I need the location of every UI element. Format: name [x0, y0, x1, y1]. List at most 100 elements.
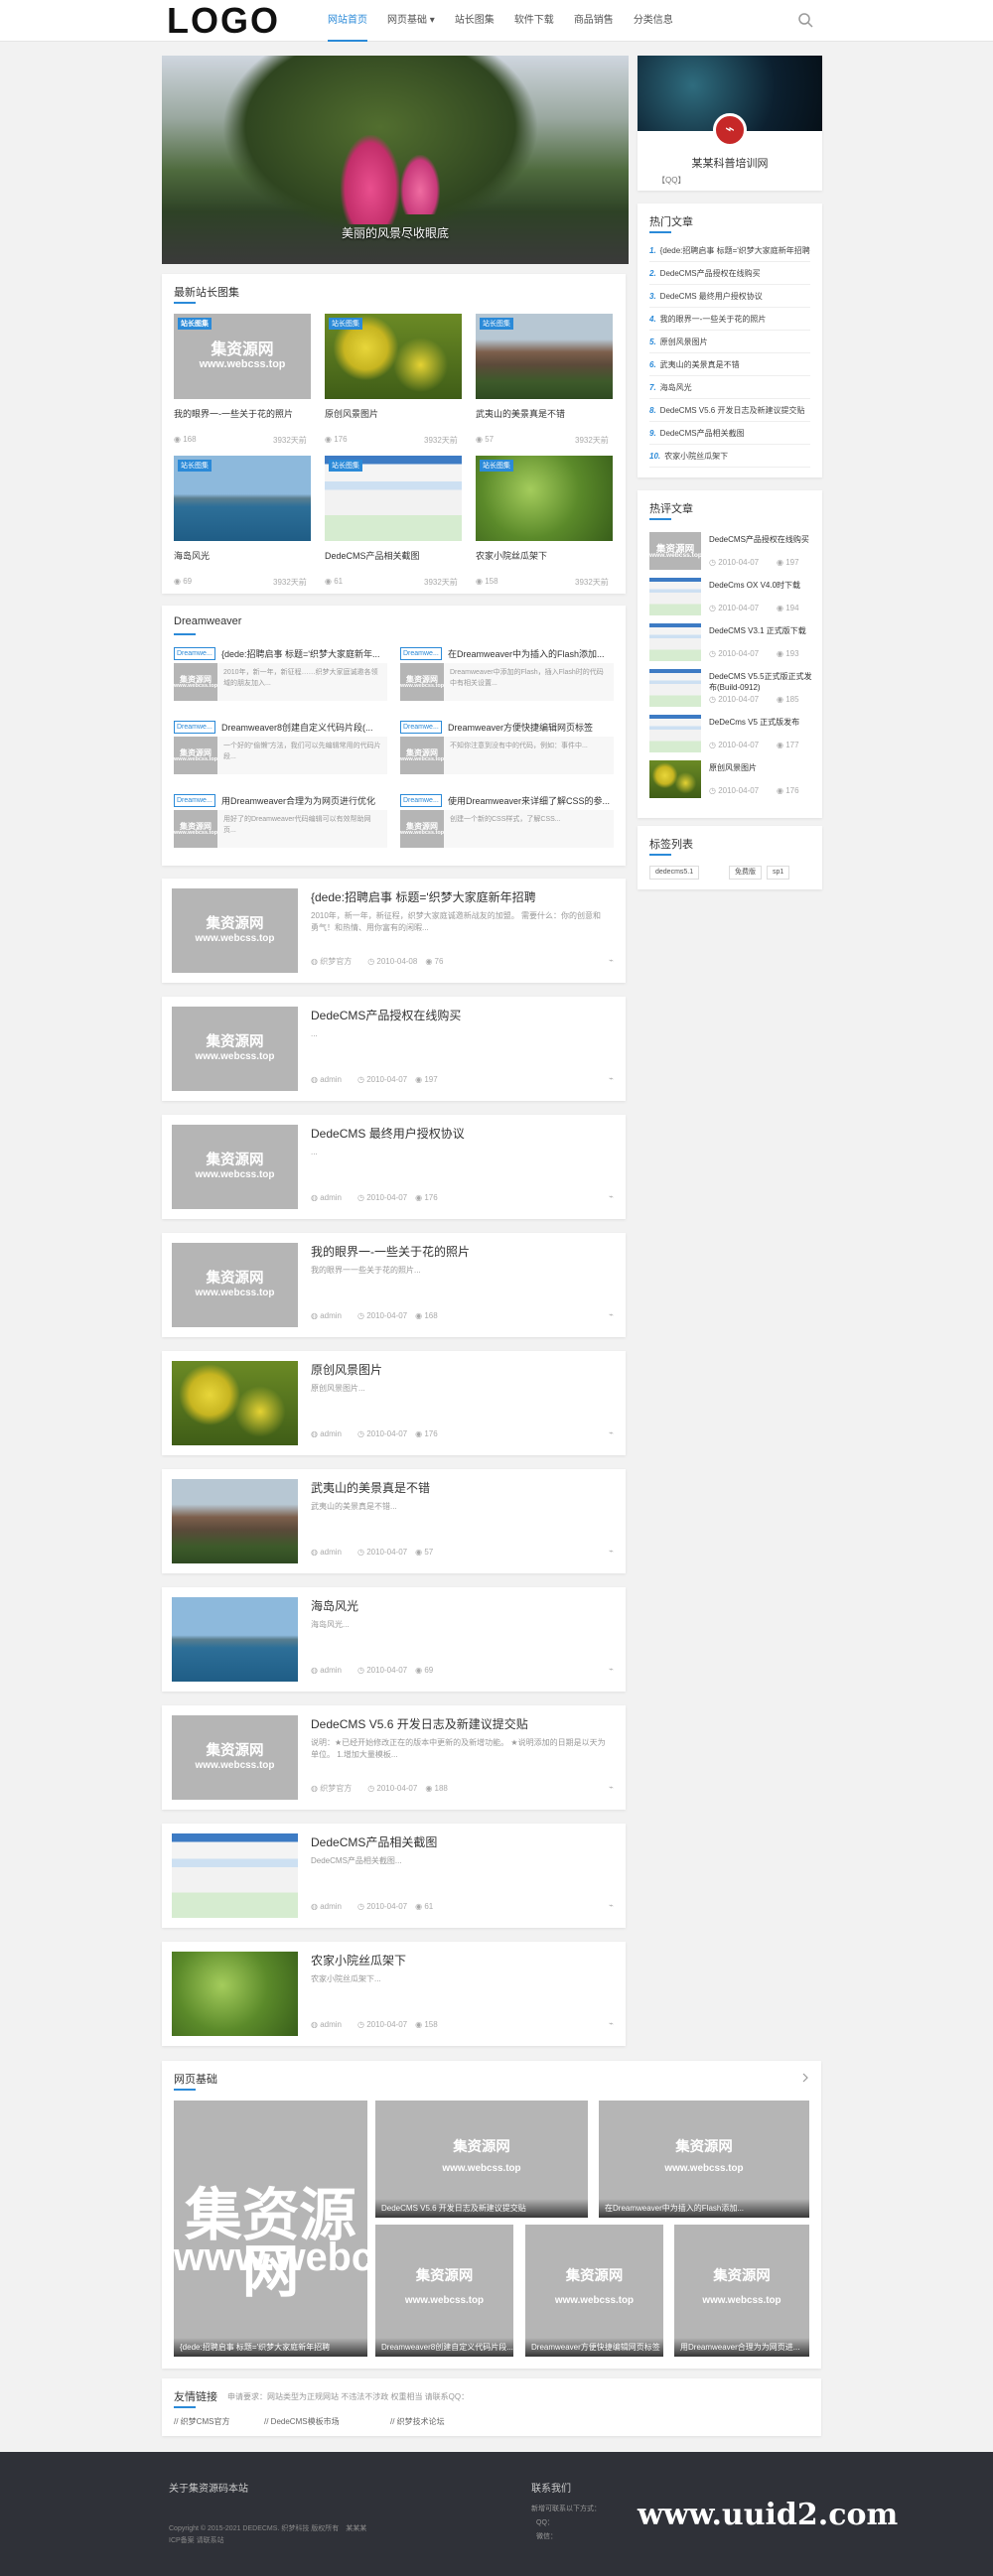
post-card[interactable]: 农家小院丝瓜架下 农家小院丝瓜架下... ◍ admin ◷ 2010-04-07 …	[162, 1942, 626, 2046]
nav-item[interactable]: 软件下载	[504, 0, 564, 42]
post-card[interactable]: 集资源网 www.webcss.top DedeCMS 最终用户授权协议... ◍ a…	[162, 1115, 626, 1219]
nav-item[interactable]: 分类信息	[624, 0, 683, 42]
web-basics-image[interactable]: 集资源网 www.webcss.top 用Dreamweaver合理为为网页进...	[674, 2225, 809, 2357]
post-thumbnail[interactable]	[172, 1597, 298, 1682]
web-basics-caption[interactable]: 用Dreamweaver合理为为网页进...	[674, 2338, 809, 2357]
post-thumbnail[interactable]: 集资源网 www.webcss.top	[172, 1125, 298, 1209]
banner-caption[interactable]: 美丽的风景尽收眼底	[162, 224, 629, 241]
web-basics-caption[interactable]: Dreamweaver方便快捷编辑网页标签	[525, 2338, 663, 2357]
dw-item-title[interactable]: 使用Dreamweaver来详细了解CSS的参...	[448, 794, 617, 807]
link-icon[interactable]: ⌁	[609, 1547, 614, 1556]
post-title[interactable]: DedeCMS V5.6 开发日志及新建议提交贴	[311, 1715, 528, 1732]
review-article-title[interactable]: DedeCMS V3.1 正式版下载	[709, 625, 812, 647]
link-icon[interactable]: ⌁	[609, 1901, 614, 1910]
nav-item[interactable]: 商品销售	[564, 0, 624, 42]
dw-item-title[interactable]: Dreamweaver8创建自定义代码片段(...	[221, 721, 390, 734]
nav-item[interactable]: 站长图集	[445, 0, 504, 42]
post-title[interactable]: 我的眼界一-一些关于花的照片	[311, 1243, 470, 1260]
dw-thumbnail[interactable]: 集资源网 www.webcss.top	[174, 810, 217, 848]
dw-item-title[interactable]: 用Dreamweaver合理为为网页进行优化	[221, 794, 390, 807]
hot-article-item[interactable]: 1. {dede:招聘启事 标题='织梦大家庭新年招聘	[649, 245, 810, 256]
post-title[interactable]: DedeCMS 最终用户授权协议	[311, 1125, 465, 1142]
link-icon[interactable]: ⌁	[609, 1192, 614, 1201]
post-card[interactable]: 集资源网 www.webcss.top {dede:招聘启事 标题='织梦大家庭新年…	[162, 879, 626, 983]
hot-article-item[interactable]: 8. DedeCMS V5.6 开发日志及新建议提交贴	[649, 405, 810, 416]
gallery-item-title[interactable]: 我的眼界一-一些关于花的照片	[174, 407, 311, 420]
post-card[interactable]: DedeCMS产品相关截图 DedeCMS产品相关截图... ◍ admin ◷ 2…	[162, 1824, 626, 1928]
chevron-right-icon[interactable]	[801, 2073, 809, 2083]
dw-thumbnail[interactable]: 集资源网 www.webcss.top	[174, 737, 217, 774]
post-thumbnail[interactable]	[172, 1479, 298, 1563]
post-card[interactable]: 集资源网 www.webcss.top 我的眼界一-一些关于花的照片 我的眼界一一些关…	[162, 1233, 626, 1337]
gallery-image[interactable]: 站长图集	[325, 456, 462, 541]
post-title[interactable]: {dede:招聘启事 标题='织梦大家庭新年招聘	[311, 888, 536, 905]
review-article-title[interactable]: DedeCMS V5.5正式版正式发布(Build-0912)	[709, 671, 812, 693]
post-card[interactable]: 集资源网 www.webcss.top DedeCMS产品授权在线购买... ◍ ad…	[162, 997, 626, 1101]
post-card[interactable]: 集资源网 www.webcss.top DedeCMS V5.6 开发日志及新建议提…	[162, 1705, 626, 1810]
post-title[interactable]: DedeCMS产品授权在线购买	[311, 1007, 461, 1023]
post-title[interactable]: DedeCMS产品相关截图	[311, 1833, 437, 1850]
gallery-item-title[interactable]: 海岛风光	[174, 549, 311, 562]
review-article-title[interactable]: 原创风景图片	[709, 762, 812, 784]
tag-chip[interactable]: 免费版	[729, 866, 762, 880]
post-card[interactable]: 海岛风光 海岛风光... ◍ admin ◷ 2010-04-07 ◉ 69 ⌁	[162, 1587, 626, 1692]
review-thumbnail[interactable]	[649, 715, 701, 752]
tag-chip[interactable]: sp1	[767, 866, 790, 880]
hot-article-item[interactable]: 3. DedeCMS 最终用户授权协议	[649, 291, 810, 302]
review-thumbnail[interactable]	[649, 578, 701, 615]
site-logo[interactable]: LOGO	[167, 0, 280, 42]
link-icon[interactable]: ⌁	[609, 1428, 614, 1437]
dw-thumbnail[interactable]: 集资源网 www.webcss.top	[400, 810, 444, 848]
web-basics-image[interactable]: 集资源网 www.webcss.top Dreamweaver方便快捷编辑网页标签	[525, 2225, 663, 2357]
link-icon[interactable]: ⌁	[609, 1665, 614, 1674]
post-thumbnail[interactable]	[172, 1833, 298, 1918]
dw-thumbnail[interactable]: 集资源网 www.webcss.top	[400, 737, 444, 774]
hot-article-item[interactable]: 7. 海岛风光	[649, 382, 810, 393]
review-article-title[interactable]: DedeCMS产品授权在线购买	[709, 534, 812, 556]
post-title[interactable]: 农家小院丝瓜架下	[311, 1952, 406, 1968]
nav-item[interactable]: 网站首页	[318, 0, 377, 42]
post-thumbnail[interactable]	[172, 1361, 298, 1445]
dw-thumbnail[interactable]: 集资源网 www.webcss.top	[400, 663, 444, 701]
web-basics-image[interactable]: 集资源网 www.webcss.top Dreamweaver8创建自定义代码片段.…	[375, 2225, 513, 2357]
post-title[interactable]: 海岛风光	[311, 1597, 358, 1614]
hot-article-item[interactable]: 6. 武夷山的美景真是不错	[649, 359, 810, 370]
web-basics-caption[interactable]: 在Dreamweaver中为插入的Flash添加...	[599, 2199, 809, 2218]
friend-link[interactable]: // 织梦技术论坛	[390, 2416, 445, 2427]
web-basics-caption[interactable]: {dede:招聘启事 标题='织梦大家庭新年招聘	[174, 2338, 367, 2357]
hot-article-item[interactable]: 5. 原创风景图片	[649, 337, 810, 347]
review-thumbnail[interactable]: 集资源网 www.webcss.top	[649, 532, 701, 570]
gallery-item-title[interactable]: 武夷山的美景真是不错	[476, 407, 613, 420]
banner-slider[interactable]: 美丽的风景尽收眼底	[162, 56, 629, 264]
review-thumbnail[interactable]	[649, 760, 701, 798]
post-thumbnail[interactable]: 集资源网 www.webcss.top	[172, 1715, 298, 1800]
hot-article-item[interactable]: 2. DedeCMS产品授权在线购买	[649, 268, 810, 279]
post-thumbnail[interactable]: 集资源网 www.webcss.top	[172, 1007, 298, 1091]
dw-item-title[interactable]: {dede:招聘启事 标题='织梦大家庭新年...	[221, 647, 390, 660]
post-thumbnail[interactable]: 集资源网 www.webcss.top	[172, 1243, 298, 1327]
nav-item[interactable]: 网页基础 ▾	[377, 0, 445, 42]
link-icon[interactable]: ⌁	[609, 1310, 614, 1319]
tag-chip[interactable]: dedecms5.1	[649, 866, 700, 880]
gallery-image[interactable]: 集资源网 www.webcss.top 站长图集	[174, 314, 311, 399]
avatar[interactable]: ⌁	[713, 113, 747, 147]
gallery-item-title[interactable]: 原创风景图片	[325, 407, 462, 420]
web-basics-caption[interactable]: Dreamweaver8创建自定义代码片段...	[375, 2338, 513, 2357]
post-card[interactable]: 原创风景图片 原创风景图片... ◍ admin ◷ 2010-04-07 ◉ 17…	[162, 1351, 626, 1455]
friend-link[interactable]: // DedeCMS模板市场	[264, 2416, 340, 2427]
web-basics-image[interactable]: 集资源网 www.webcss.top DedeCMS V5.6 开发日志及新建议提…	[375, 2101, 588, 2218]
hot-article-item[interactable]: 9. DedeCMS产品相关截图	[649, 428, 810, 439]
review-thumbnail[interactable]	[649, 623, 701, 661]
web-basics-image[interactable]: 集资源网 www.webcss.top 在Dreamweaver中为插入的Flash…	[599, 2101, 809, 2218]
review-thumbnail[interactable]	[649, 669, 701, 707]
gallery-image[interactable]: 站长图集	[476, 314, 613, 399]
link-icon[interactable]: ⌁	[609, 956, 614, 965]
link-icon[interactable]: ⌁	[609, 2019, 614, 2028]
search-icon[interactable]	[797, 12, 813, 28]
gallery-image[interactable]: 站长图集	[476, 456, 613, 541]
web-basics-caption[interactable]: DedeCMS V5.6 开发日志及新建议提交贴	[375, 2199, 588, 2218]
review-article-title[interactable]: DeDeCms V5 正式版发布	[709, 717, 812, 739]
hot-article-item[interactable]: 4. 我的眼界一-一些关于花的照片	[649, 314, 810, 325]
dw-item-title[interactable]: 在Dreamweaver中为插入的Flash添加...	[448, 647, 617, 660]
link-icon[interactable]: ⌁	[609, 1783, 614, 1792]
